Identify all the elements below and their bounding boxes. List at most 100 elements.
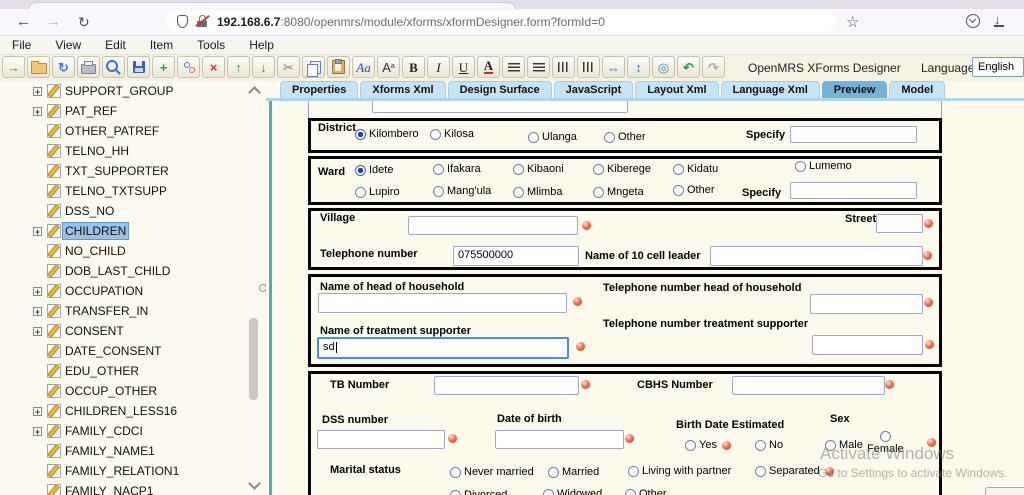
radio-ulanga[interactable]: Ulanga xyxy=(528,131,577,143)
expand-plus-icon[interactable] xyxy=(33,226,42,236)
radio-lupiro[interactable]: Lupiro xyxy=(355,186,400,198)
cell-leader-input[interactable] xyxy=(710,246,923,266)
add-item-icon[interactable]: + xyxy=(152,56,175,78)
radio-kiberege[interactable]: Kiberege xyxy=(593,163,651,175)
sidebar-item-txt-supporter[interactable]: TXT_SUPPORTER xyxy=(0,161,266,181)
radio-other[interactable]: Other xyxy=(673,184,715,196)
radio-never-married[interactable]: Never married xyxy=(450,466,534,478)
font-icon[interactable]: Aa xyxy=(352,56,375,78)
width-icon[interactable]: ↔ xyxy=(602,56,625,78)
save-icon[interactable] xyxy=(127,56,150,78)
align-left-icon[interactable] xyxy=(502,56,525,78)
radio-lumemo[interactable]: Lumemo xyxy=(795,160,852,172)
sidebar-item-family-relation1[interactable]: FAMILY_RELATION1 xyxy=(0,461,266,481)
head-name-input[interactable] xyxy=(318,293,567,313)
tb-number-input[interactable] xyxy=(434,376,579,395)
radio-kibaoni[interactable]: Kibaoni xyxy=(513,163,564,175)
height-icon[interactable]: ↕ xyxy=(627,56,650,78)
tab-design-surface[interactable]: Design Surface xyxy=(447,81,552,98)
sidebar-item-dss-no[interactable]: DSS_NO xyxy=(0,201,266,221)
expand-plus-icon[interactable] xyxy=(33,406,42,416)
dss-number-input[interactable] xyxy=(317,430,445,449)
radio-living-with-partner[interactable]: Living with partner xyxy=(628,465,731,477)
radio-kilombero[interactable]: Kilombero xyxy=(355,128,419,140)
sidebar-item-dob-last-child[interactable]: DOB_LAST_CHILD xyxy=(0,261,266,281)
radio-yes[interactable]: Yes xyxy=(685,439,731,451)
sidebar-item-date-consent[interactable]: DATE_CONSENT xyxy=(0,341,266,361)
insecure-lock-icon[interactable] xyxy=(195,14,210,28)
radio-married[interactable]: Married xyxy=(548,466,599,478)
cbhs-number-input[interactable] xyxy=(732,376,885,395)
radio-mngeta[interactable]: Mngeta xyxy=(593,186,644,198)
sidebar-item-family-cdci[interactable]: FAMILY_CDCI xyxy=(0,421,266,441)
font-color-icon[interactable]: A xyxy=(477,56,500,78)
radio-mlimba[interactable]: Mlimba xyxy=(513,186,562,198)
language-select[interactable]: English xyxy=(972,57,1024,77)
radio-no[interactable]: No xyxy=(755,439,783,451)
bookmark-star-icon[interactable]: ☆ xyxy=(846,13,859,31)
sidebar-item-family-nacp1[interactable]: FAMILY_NACP1 xyxy=(0,481,266,495)
tab-model[interactable]: Model xyxy=(889,81,946,98)
expand-plus-icon[interactable] xyxy=(33,426,42,436)
sidebar-item-children[interactable]: CHILDREN xyxy=(0,221,266,241)
underline-icon[interactable]: U xyxy=(452,56,475,78)
sidebar-item-consent[interactable]: CONSENT xyxy=(0,321,266,341)
radio-idete[interactable]: Idete xyxy=(355,164,393,176)
print-icon[interactable] xyxy=(77,56,100,78)
bold-icon[interactable]: B xyxy=(402,56,425,78)
district-specify-input[interactable] xyxy=(790,126,917,143)
tab-language-xml[interactable]: Language Xml xyxy=(720,81,820,98)
move-up-icon[interactable]: ↑ xyxy=(227,56,250,78)
address-bar[interactable]: 192.168.6.7:8080/openmrs/module/xforms/x… xyxy=(166,11,836,32)
cut-icon[interactable]: ✂ xyxy=(277,56,300,78)
telephone-input[interactable]: 075500000 xyxy=(453,246,579,266)
position-icon[interactable]: ◎ xyxy=(652,56,675,78)
sidebar-item-occup-other[interactable]: OCCUP_OTHER xyxy=(0,381,266,401)
menu-edit[interactable]: Edit xyxy=(93,38,138,52)
tab-preview[interactable]: Preview xyxy=(821,81,888,98)
ward-specify-input[interactable] xyxy=(790,182,917,199)
village-input[interactable] xyxy=(408,216,578,235)
expand-plus-icon[interactable] xyxy=(33,326,42,336)
align-right-icon[interactable] xyxy=(527,56,550,78)
sidebar-item-telno-txtsupp[interactable]: TELNO_TXTSUPP xyxy=(0,181,266,201)
expand-plus-icon[interactable] xyxy=(33,86,42,96)
copy-icon[interactable] xyxy=(302,56,325,78)
open-folder-icon[interactable] xyxy=(27,56,50,78)
tree-icon[interactable] xyxy=(177,56,200,78)
font-size-icon[interactable]: A xyxy=(377,56,400,78)
download-icon[interactable]: ↓ xyxy=(994,12,1004,27)
sidebar-item-no-child[interactable]: NO_CHILD xyxy=(0,241,266,261)
back-icon[interactable]: ← xyxy=(16,12,31,32)
expand-plus-icon[interactable] xyxy=(33,286,42,296)
move-down-icon[interactable]: ↓ xyxy=(252,56,275,78)
refresh-icon[interactable]: ↻ xyxy=(52,56,75,78)
menu-help[interactable]: Help xyxy=(237,38,286,52)
valign-bottom-icon[interactable] xyxy=(577,56,600,78)
sidebar-item-children-less16[interactable]: CHILDREN_LESS16 xyxy=(0,401,266,421)
undo-icon[interactable]: ↶ xyxy=(677,56,700,78)
tab-javascript[interactable]: JavaScript xyxy=(553,81,634,98)
reload-icon[interactable]: ↻ xyxy=(78,12,90,32)
tab-xforms-xml[interactable]: Xforms Xml xyxy=(360,81,446,98)
italic-icon[interactable]: I xyxy=(427,56,450,78)
tab-layout-xml[interactable]: Layout Xml xyxy=(635,81,719,98)
sidebar-item-pat-ref[interactable]: PAT_REF xyxy=(0,101,266,121)
radio-kidatu[interactable]: Kidatu xyxy=(673,163,718,175)
radio-mang-ula[interactable]: Mang'ula xyxy=(433,185,491,197)
radio-other[interactable]: Other xyxy=(604,131,646,143)
expand-plus-icon[interactable] xyxy=(33,106,42,116)
paste-icon[interactable] xyxy=(327,56,350,78)
sidebar-item-other-patref[interactable]: OTHER_PATREF xyxy=(0,121,266,141)
radio-kilosa[interactable]: Kilosa xyxy=(430,128,474,140)
head-tel-input[interactable] xyxy=(810,294,923,314)
menu-file[interactable]: File xyxy=(0,38,43,52)
menu-tools[interactable]: Tools xyxy=(185,38,237,52)
radio-divorced[interactable]: Divorced xyxy=(450,489,507,495)
valign-top-icon[interactable] xyxy=(552,56,575,78)
sidebar-scrollbar-thumb[interactable] xyxy=(249,318,258,400)
expand-plus-icon[interactable] xyxy=(33,306,42,316)
sidebar-item-transfer-in[interactable]: TRANSFER_IN xyxy=(0,301,266,321)
radio-widowed[interactable]: Widowed xyxy=(543,488,602,495)
street-input[interactable] xyxy=(876,214,923,233)
